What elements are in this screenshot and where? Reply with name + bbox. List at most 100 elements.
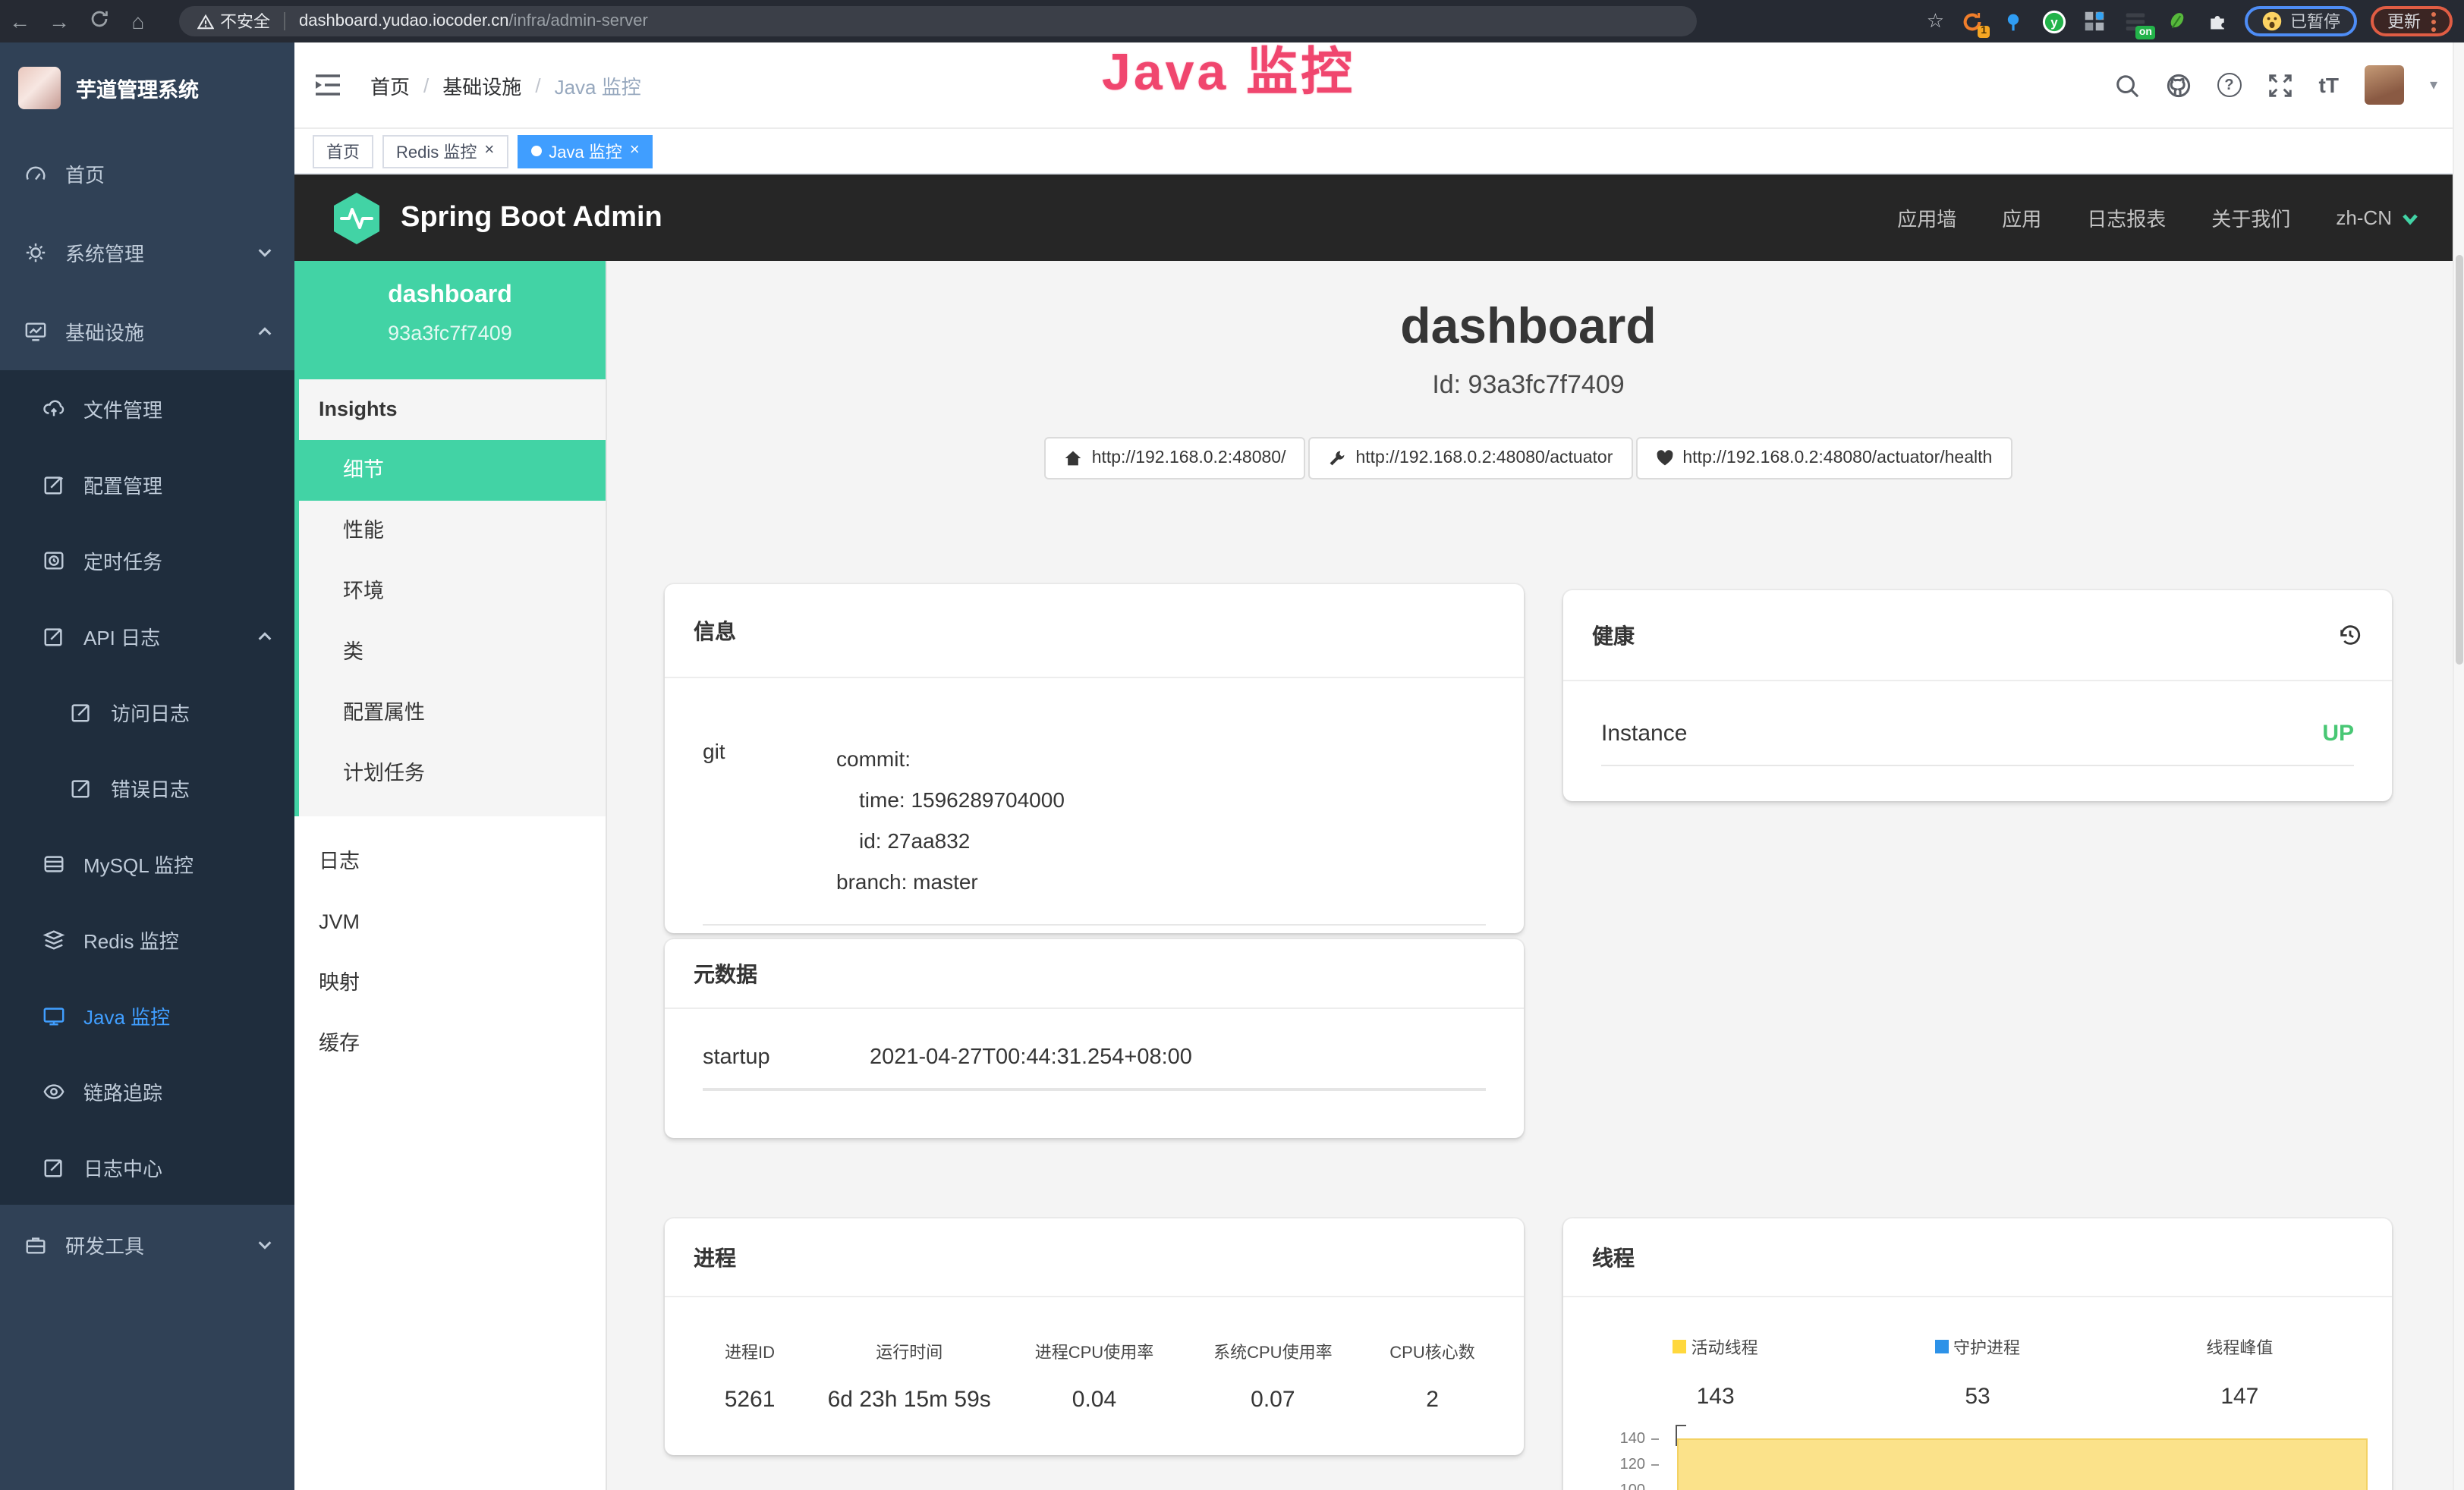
browser-back-icon[interactable]: ← [0, 9, 39, 33]
sba-content: dashboard Id: 93a3fc7f7409 http://192.16… [607, 261, 2464, 1490]
bookmark-star-icon[interactable]: ☆ [1927, 9, 1944, 33]
sidebar-item-mysql-monitor[interactable]: MySQL 监控 [0, 825, 294, 901]
browser-forward-icon[interactable]: → [39, 9, 79, 33]
service-url-button[interactable]: http://192.168.0.2:48080/ [1045, 437, 1306, 479]
sba-language-select[interactable]: zh-CN [2336, 206, 2419, 229]
sidebar-group-api-log[interactable]: API 日志 [0, 598, 294, 674]
fullscreen-icon[interactable] [2267, 72, 2293, 98]
sidebar-item-access-log[interactable]: 访问日志 [0, 674, 294, 750]
heartbeat-icon [1655, 449, 1673, 467]
breadcrumb: 首页 / 基础设施 / Java 监控 [370, 71, 641, 99]
emoji-face-icon [2261, 11, 2283, 32]
address-bar[interactable]: 不安全 dashboard.yudao.iocoder.cn/infra/adm… [179, 6, 1697, 36]
sidebar-item-config-management[interactable]: 配置管理 [0, 446, 294, 522]
sidebar-group-dev-tools[interactable]: 研发工具 [0, 1205, 294, 1284]
chevron-up-icon [256, 322, 273, 339]
card-health-title: 健康 [1592, 620, 1635, 650]
sidebar-item-file-management[interactable]: 文件管理 [0, 370, 294, 446]
sidebar-item-scheduled-jobs[interactable]: 定时任务 [0, 522, 294, 598]
page-scrollbar[interactable] [2453, 42, 2464, 1490]
extension-puzzle-icon[interactable] [2204, 8, 2231, 35]
profile-paused-pill[interactable]: 已暂停 [2245, 6, 2357, 36]
browser-update-button[interactable]: 更新 [2371, 6, 2453, 36]
history-icon[interactable] [2337, 622, 2363, 648]
breadcrumb-current: Java 监控 [555, 71, 641, 99]
active-dot [530, 146, 541, 156]
extension-on-badge: on [2136, 26, 2155, 39]
extension-leaf-icon[interactable] [2163, 8, 2190, 35]
sidebar-item-tracing[interactable]: 链路追踪 [0, 1053, 294, 1129]
sidebar-group-system[interactable]: 系统管理 [0, 212, 294, 291]
browser-home-icon[interactable]: ⌂ [118, 9, 158, 33]
sba-item-config-props[interactable]: 配置属性 [299, 683, 606, 743]
font-size-icon[interactable]: tT [2319, 73, 2339, 97]
sba-item-scheduled-tasks[interactable]: 计划任务 [299, 743, 606, 804]
sba-item-jvm[interactable]: JVM [294, 892, 606, 953]
status-badge: UP [2322, 721, 2354, 747]
chevron-down-icon [256, 1236, 273, 1253]
tag-home[interactable]: 首页 [313, 134, 373, 168]
sba-item-details[interactable]: 细节 [299, 440, 606, 501]
sba-brand-title[interactable]: Spring Boot Admin [401, 201, 662, 234]
spring-boot-admin-logo[interactable] [331, 190, 382, 245]
y-tick-120: 120 [1584, 1457, 1645, 1473]
sba-item-environment[interactable]: 环境 [299, 561, 606, 622]
user-caret-icon[interactable]: ▾ [2430, 77, 2437, 93]
process-col-proc-cpu: 进程CPU使用率 0.04 [1005, 1340, 1183, 1413]
sidebar-item-java-monitor[interactable]: Java 监控 [0, 977, 294, 1053]
url-domain: dashboard.yudao.iocoder.cn [299, 12, 508, 30]
omnibox-divider [284, 12, 285, 30]
sidebar-item-error-log[interactable]: 错误日志 [0, 750, 294, 825]
sba-nav-applications[interactable]: 应用 [2002, 203, 2041, 232]
y-axis [1676, 1425, 1686, 1426]
extension-badge: 1 [1978, 26, 1990, 38]
github-icon[interactable] [2166, 72, 2192, 98]
extension-on-icon[interactable]: on [2122, 8, 2149, 35]
chevron-up-icon [256, 627, 273, 644]
sba-item-log[interactable]: 日志 [294, 831, 606, 892]
sba-nav-wall[interactable]: 应用墙 [1897, 203, 1956, 232]
log-edit-icon [70, 700, 93, 723]
update-label: 更新 [2387, 9, 2421, 33]
security-warning[interactable]: 不安全 [197, 9, 270, 33]
card-threads-title: 线程 [1563, 1218, 2392, 1297]
tag-redis-monitor[interactable]: Redis 监控 × [382, 134, 508, 168]
breadcrumb-infra[interactable]: 基础设施 [442, 71, 521, 99]
sba-item-metrics[interactable]: 性能 [299, 501, 606, 561]
instance-id: 93a3fc7f7409 [294, 322, 606, 344]
sidebar-group-infra[interactable]: 基础设施 [0, 291, 294, 370]
sba-item-classes[interactable]: 类 [299, 622, 606, 683]
browser-reload-icon[interactable] [79, 9, 118, 33]
wrench-icon [1328, 449, 1346, 467]
sidebar-item-log-center[interactable]: 日志中心 [0, 1129, 294, 1205]
extension-pin-icon[interactable] [1999, 8, 2026, 35]
admin-sidebar: 芋道管理系统 首页 系统管理 基础设施 文件管理 配置管理 [0, 42, 294, 1490]
header-actions: ? tT ▾ [2114, 65, 2464, 105]
health-url-button[interactable]: http://192.168.0.2:48080/actuator/health [1635, 437, 2012, 479]
sba-nav-journal[interactable]: 日志报表 [2087, 203, 2166, 232]
browser-menu-icon[interactable] [2431, 11, 2436, 31]
sidebar-item-home[interactable]: 首页 [0, 134, 294, 212]
close-icon[interactable]: × [484, 143, 494, 159]
actuator-url-button[interactable]: http://192.168.0.2:48080/actuator [1308, 437, 1632, 479]
help-icon[interactable]: ? [2217, 73, 2242, 97]
legend-daemon-threads: 守护进程 53 [1846, 1334, 2108, 1410]
sidebar-item-redis-monitor[interactable]: Redis 监控 [0, 901, 294, 977]
hamburger-fold-icon[interactable] [313, 70, 343, 100]
extension-grid-icon[interactable] [2081, 8, 2108, 35]
close-icon[interactable]: × [630, 143, 640, 159]
extension-y-icon[interactable]: y [2040, 8, 2067, 35]
home-icon [1065, 449, 1083, 467]
tag-java-monitor[interactable]: Java 监控 × [517, 134, 653, 168]
extension-sync-icon[interactable]: 1 [1958, 8, 1985, 35]
sba-nav-about[interactable]: 关于我们 [2211, 203, 2290, 232]
breadcrumb-home[interactable]: 首页 [370, 71, 410, 99]
app-logo-row[interactable]: 芋道管理系统 [0, 42, 294, 134]
sba-item-mappings[interactable]: 映射 [294, 953, 606, 1014]
scrollbar-thumb[interactable] [2456, 255, 2463, 665]
instance-header: dashboard 93a3fc7f7409 [294, 261, 606, 379]
sba-item-caches[interactable]: 缓存 [294, 1014, 606, 1074]
sidebar-submenu-infra: 文件管理 配置管理 定时任务 API 日志 访问日志 错误日志 [0, 370, 294, 1205]
user-avatar[interactable] [2365, 65, 2404, 105]
search-icon[interactable] [2114, 72, 2140, 98]
